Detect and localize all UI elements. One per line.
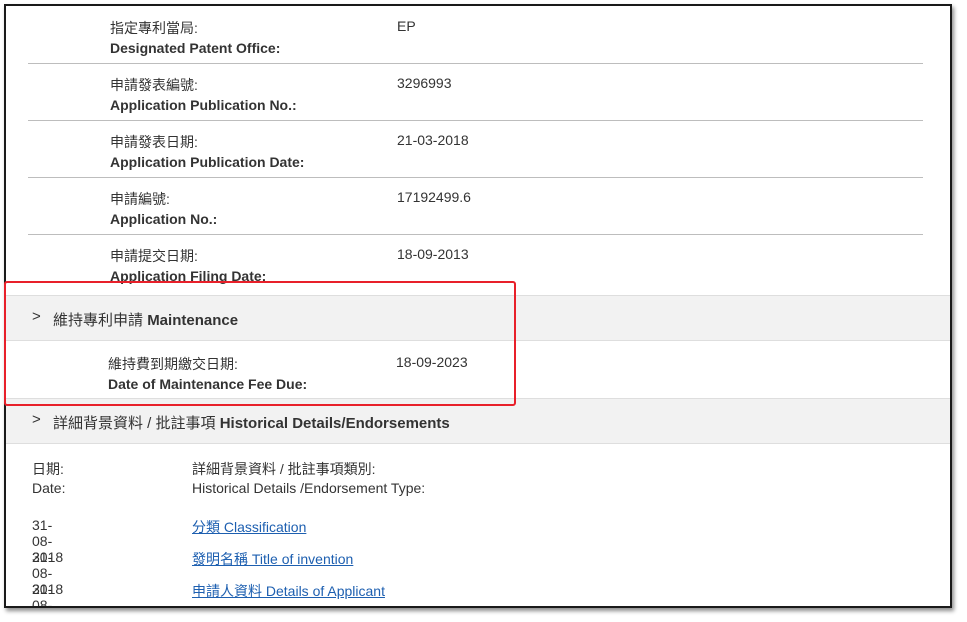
field-label-zh: 申請編號:	[110, 191, 170, 207]
history-link-details-of-applicant[interactable]: 申請人資料 Details of Applicant	[192, 581, 385, 601]
field-designated-patent-office: 指定專利當局: Designated Patent Office: EP	[28, 6, 923, 64]
field-value: EP	[397, 18, 416, 34]
field-label-zh: 申請提交日期:	[110, 248, 198, 264]
highlight-box	[4, 281, 516, 406]
field-label-zh: 申請發表日期:	[110, 134, 198, 150]
chevron-right-icon: >	[32, 411, 41, 428]
date-header-en: Date:	[32, 480, 66, 496]
history-link-title-of-invention[interactable]: 發明名稱 Title of invention	[192, 549, 353, 569]
date-header-zh: 日期:	[32, 461, 64, 477]
history-link-classification[interactable]: 分類 Classification	[192, 517, 306, 537]
field-application-publication-no: 申請發表編號: Application Publication No.: 329…	[28, 63, 923, 121]
field-label-en: Application No.:	[110, 211, 218, 227]
field-label-en: Application Publication Date:	[110, 154, 305, 170]
field-application-publication-date: 申請發表日期: Application Publication Date: 21…	[28, 120, 923, 178]
history-date: 31-08-2018	[32, 581, 53, 608]
type-header-zh: 詳細背景資料 / 批註事項類別:	[192, 461, 376, 477]
field-value: 3296993	[397, 75, 452, 91]
type-column-header: 詳細背景資料 / 批註事項類別: Historical Details /End…	[192, 460, 425, 498]
field-label-zh: 指定專利當局:	[110, 20, 198, 36]
field-label-en: Application Publication No.:	[110, 97, 297, 113]
section-title-en: Historical Details/Endorsements	[219, 415, 450, 432]
field-application-no: 申請編號: Application No.: 17192499.6	[28, 177, 923, 235]
field-value: 17192499.6	[397, 189, 471, 205]
field-value: 21-03-2018	[397, 132, 469, 148]
field-label-en: Designated Patent Office:	[110, 40, 281, 56]
field-label-zh: 申請發表編號:	[110, 77, 198, 93]
date-column-header: 日期: Date:	[32, 460, 65, 498]
section-title: 詳細背景資料 / 批註事項 Historical Details/Endorse…	[53, 412, 450, 433]
type-header-en: Historical Details /Endorsement Type:	[192, 480, 426, 496]
field-value: 18-09-2013	[397, 246, 469, 262]
section-title-zh: 詳細背景資料 / 批註事項	[53, 415, 216, 432]
